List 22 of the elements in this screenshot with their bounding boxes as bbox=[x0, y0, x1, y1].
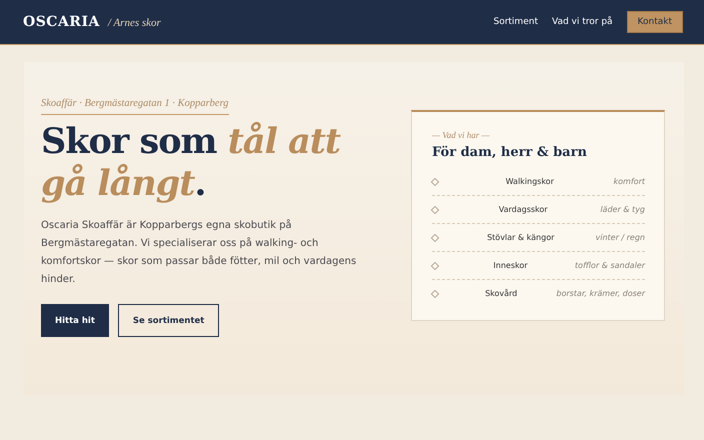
headline: Skor som tål att gå långt. bbox=[41, 121, 342, 205]
category-name: Inneskor bbox=[492, 261, 529, 270]
category-note: komfort bbox=[614, 177, 645, 186]
assortment-button[interactable]: Se sortimentet bbox=[118, 304, 220, 337]
category-name: Walkingskor bbox=[504, 177, 555, 186]
category-note: läder & tyg bbox=[600, 205, 645, 214]
card-eyebrow: — Vad vi har — bbox=[432, 130, 491, 140]
nav-link[interactable]: Sortiment bbox=[493, 17, 538, 27]
brand-name[interactable]: OSCARIA bbox=[23, 14, 100, 30]
nav-link[interactable]: Vad vi tror på bbox=[552, 17, 613, 27]
contact-button[interactable]: Kontakt bbox=[626, 11, 683, 33]
category-name: Skovård bbox=[484, 289, 518, 298]
category-name: Stövlar & kängor bbox=[486, 233, 556, 242]
intro-paragraph: Oscaria Skoaffär är Kopparbergs egna skobutik på Bergmästaregatan. Vi specialiserar oss på walking- och komfortskor — skor som passar både fötter, mil och vardagens hinder. bbox=[41, 218, 358, 287]
card-title: För dam, herr & barn bbox=[432, 145, 588, 160]
address-line: Skoaffär · Bergmästaregatan 1 · Kopparberg bbox=[41, 98, 229, 115]
category-note: borstar, krämer, doser bbox=[556, 289, 645, 298]
directions-button[interactable]: Hitta hit bbox=[41, 304, 109, 337]
category-name: Vardagsskor bbox=[498, 205, 549, 214]
category-note: tofflor & sandaler bbox=[574, 261, 645, 270]
category-note: vinter / regn bbox=[595, 233, 645, 242]
brand-tagline: / Arnes skor bbox=[108, 17, 161, 29]
